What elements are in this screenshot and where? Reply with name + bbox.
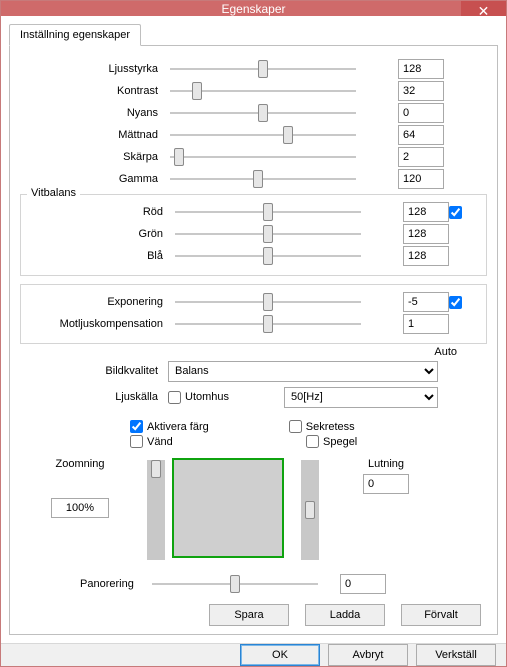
- auto-column-label: Auto: [20, 346, 487, 358]
- whitebalance-group: Vitbalans Röd Grön Blå: [20, 194, 487, 276]
- red-label: Röd: [25, 206, 173, 218]
- mirror-checkbox[interactable]: [306, 435, 319, 448]
- outdoor-checkbox[interactable]: [168, 391, 181, 404]
- gamma-value[interactable]: [398, 169, 444, 189]
- green-slider[interactable]: [175, 233, 361, 235]
- zoom-value: 100%: [51, 498, 109, 518]
- saturation-label: Mättnad: [20, 129, 168, 141]
- backlight-value[interactable]: [403, 314, 449, 334]
- green-value[interactable]: [403, 224, 449, 244]
- tilt-slider[interactable]: [301, 460, 319, 560]
- tilt-label: Lutning: [326, 458, 446, 470]
- red-slider[interactable]: [175, 211, 361, 213]
- pan-value[interactable]: [340, 574, 386, 594]
- tab-panel: Ljusstyrka Kontrast Nyans Mättnad Skärpa: [9, 45, 498, 635]
- exposure-slider[interactable]: [175, 301, 361, 303]
- zoom-slider[interactable]: [147, 460, 165, 560]
- brightness-value[interactable]: [398, 59, 444, 79]
- contrast-label: Kontrast: [20, 85, 168, 97]
- apply-button[interactable]: Verkställ: [416, 644, 496, 666]
- flip-checkbox[interactable]: [130, 435, 143, 448]
- quality-select[interactable]: Balans: [168, 361, 438, 382]
- sharpness-value[interactable]: [398, 147, 444, 167]
- pan-label: Panorering: [20, 578, 150, 590]
- whitebalance-auto-checkbox[interactable]: [449, 206, 462, 219]
- brightness-slider[interactable]: [170, 68, 356, 70]
- quality-label: Bildkvalitet: [20, 365, 168, 377]
- pan-slider[interactable]: [152, 583, 318, 585]
- color-on-checkbox-wrap[interactable]: Aktivera färg: [130, 420, 209, 433]
- sharpness-slider[interactable]: [170, 156, 356, 158]
- contrast-slider[interactable]: [170, 90, 356, 92]
- properties-window: Egenskaper ✕ Inställning egenskaper Ljus…: [0, 0, 507, 667]
- lightsource-label: Ljuskälla: [20, 391, 168, 403]
- hue-label: Nyans: [20, 107, 168, 119]
- ptz-area: Zoomning 100% Lutning: [20, 458, 487, 568]
- privacy-label: Sekretess: [306, 421, 355, 433]
- mirror-label: Spegel: [323, 436, 357, 448]
- color-on-label: Aktivera färg: [147, 421, 209, 433]
- whitebalance-legend: Vitbalans: [27, 187, 80, 199]
- default-button[interactable]: Förvalt: [401, 604, 481, 626]
- preview-box: [172, 458, 284, 558]
- preset-button-row: Spara Ladda Förvalt: [20, 604, 487, 626]
- color-on-checkbox[interactable]: [130, 420, 143, 433]
- outdoor-label: Utomhus: [185, 391, 229, 403]
- tab-strip: Inställning egenskaper: [9, 24, 498, 46]
- flip-label: Vänd: [147, 436, 173, 448]
- exposure-value[interactable]: [403, 292, 449, 312]
- blue-value[interactable]: [403, 246, 449, 266]
- gamma-label: Gamma: [20, 173, 168, 185]
- privacy-checkbox[interactable]: [289, 420, 302, 433]
- cancel-button[interactable]: Avbryt: [328, 644, 408, 666]
- mirror-checkbox-wrap[interactable]: Spegel: [306, 435, 357, 448]
- blue-slider[interactable]: [175, 255, 361, 257]
- saturation-slider[interactable]: [170, 134, 356, 136]
- exposure-group: Exponering Motljuskompensation: [20, 284, 487, 344]
- frequency-select[interactable]: 50[Hz]: [284, 387, 438, 408]
- brightness-label: Ljusstyrka: [20, 63, 168, 75]
- backlight-slider[interactable]: [175, 323, 361, 325]
- flip-checkbox-wrap[interactable]: Vänd: [130, 435, 226, 448]
- backlight-label: Motljuskompensation: [25, 318, 173, 330]
- exposure-label: Exponering: [25, 296, 173, 308]
- hue-value[interactable]: [398, 103, 444, 123]
- ok-button[interactable]: OK: [240, 644, 320, 666]
- load-button[interactable]: Ladda: [305, 604, 385, 626]
- green-label: Grön: [25, 228, 173, 240]
- red-value[interactable]: [403, 202, 449, 222]
- dialog-footer: OK Avbryt Verkställ: [1, 643, 506, 666]
- gamma-slider[interactable]: [170, 178, 356, 180]
- hue-slider[interactable]: [170, 112, 356, 114]
- tilt-value[interactable]: [363, 474, 409, 494]
- contrast-value[interactable]: [398, 81, 444, 101]
- privacy-checkbox-wrap[interactable]: Sekretess: [289, 420, 355, 433]
- saturation-value[interactable]: [398, 125, 444, 145]
- window-title: Egenskaper: [221, 2, 285, 16]
- window-body: Inställning egenskaper Ljusstyrka Kontra…: [1, 16, 506, 643]
- zoom-label: Zoomning: [20, 458, 140, 470]
- sharpness-label: Skärpa: [20, 151, 168, 163]
- titlebar: Egenskaper ✕: [1, 1, 506, 16]
- exposure-auto-checkbox[interactable]: [449, 296, 462, 309]
- tab-settings[interactable]: Inställning egenskaper: [9, 24, 141, 46]
- blue-label: Blå: [25, 250, 173, 262]
- save-button[interactable]: Spara: [209, 604, 289, 626]
